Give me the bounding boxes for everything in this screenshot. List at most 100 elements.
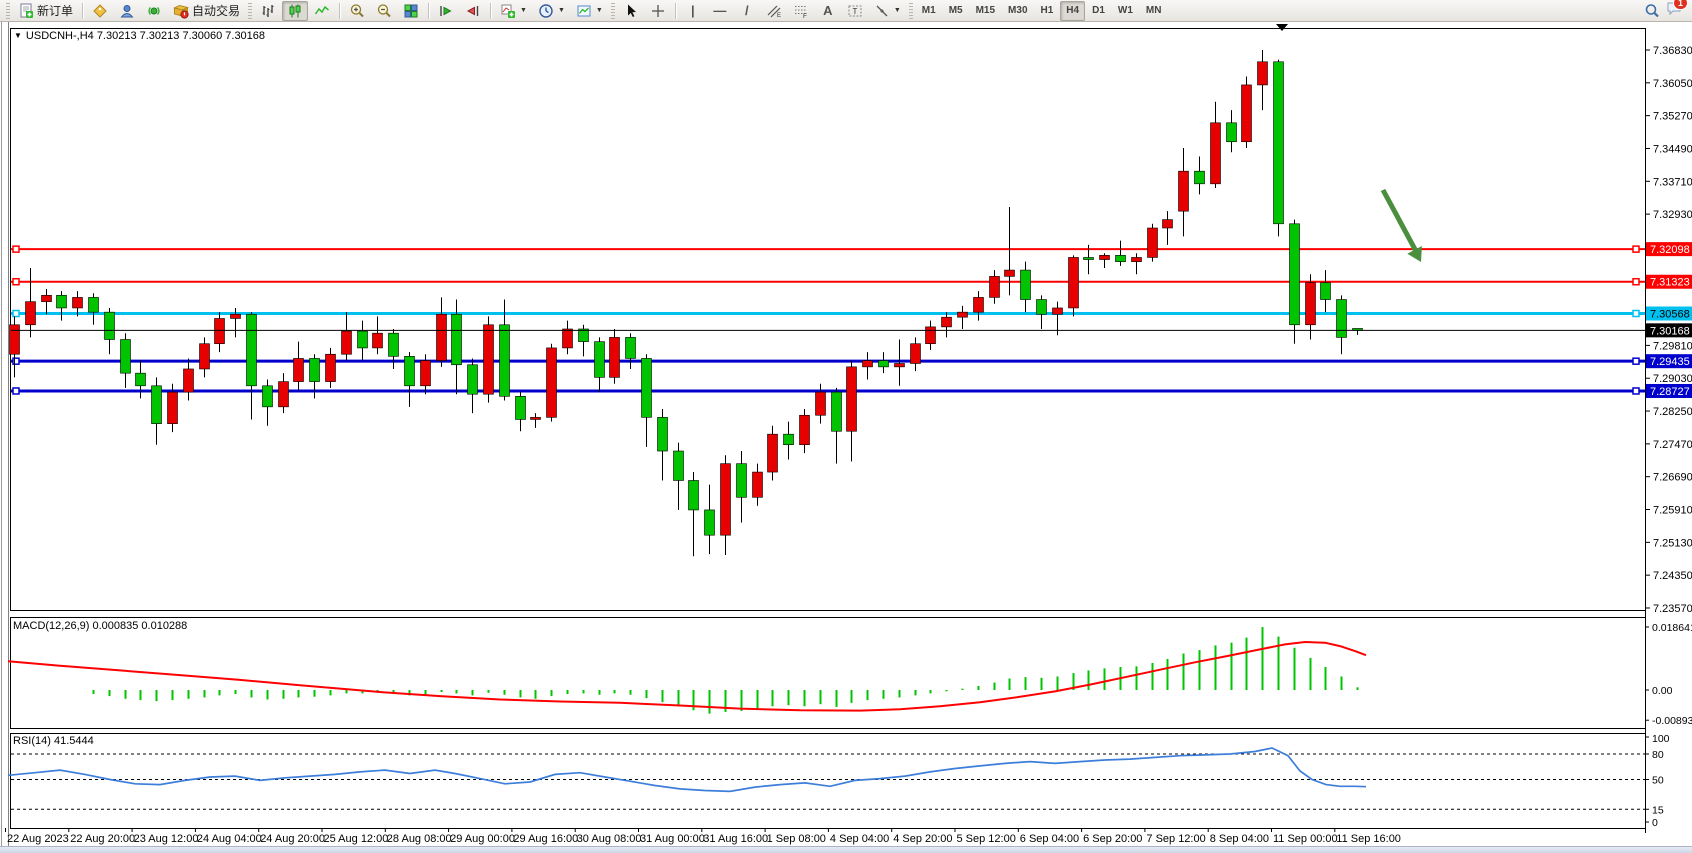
chat-badge: 1 (1673, 0, 1688, 10)
line-chart-button[interactable] (309, 1, 335, 21)
window-bottom-edge (0, 846, 1692, 853)
chart-shift-icon (465, 3, 481, 19)
svg-text:7 Sep 12:00: 7 Sep 12:00 (1146, 833, 1205, 845)
timeframe-h4[interactable]: H4 (1060, 1, 1085, 21)
svg-text:7.34490: 7.34490 (1653, 143, 1692, 155)
toolbar-grip (6, 3, 10, 19)
notifications-chat[interactable]: 1 (1666, 0, 1682, 21)
svg-text:22 Aug 2023: 22 Aug 2023 (7, 833, 69, 845)
zoom-out-icon (376, 3, 392, 19)
tile-windows-button[interactable] (398, 1, 424, 21)
auto-trading-icon (173, 3, 189, 19)
dropdown-caret: ▼ (894, 7, 901, 14)
separator (490, 3, 491, 19)
svg-text:4 Sep 20:00: 4 Sep 20:00 (893, 833, 952, 845)
crosshair-button[interactable] (645, 1, 671, 21)
zoom-in-icon (349, 3, 365, 19)
line-chart-icon (314, 3, 330, 19)
horizontal-line-tool[interactable]: — (707, 1, 733, 21)
svg-text:0.018641: 0.018641 (1652, 622, 1692, 634)
svg-text:7.29030: 7.29030 (1653, 373, 1692, 385)
svg-text:28 Aug 08:00: 28 Aug 08:00 (387, 833, 452, 845)
new-order-button[interactable]: 新订单 (13, 1, 78, 21)
svg-text:7.27470: 7.27470 (1653, 439, 1692, 451)
zoom-in-button[interactable] (344, 1, 370, 21)
vertical-line-icon: | (685, 3, 701, 18)
timeframe-m15[interactable]: M15 (970, 1, 1001, 21)
toolbar-grip (611, 3, 615, 19)
svg-text:24 Aug 04:00: 24 Aug 04:00 (197, 833, 262, 845)
timeframe-d1[interactable]: D1 (1086, 1, 1111, 21)
templates-button[interactable]: ▼ (571, 1, 608, 21)
svg-text:4 Sep 04:00: 4 Sep 04:00 (830, 833, 889, 845)
svg-text:11 Sep 16:00: 11 Sep 16:00 (1336, 833, 1401, 845)
chart-window[interactable]: 7.368307.360507.352707.344907.337107.329… (0, 22, 1692, 853)
timeframe-h1[interactable]: H1 (1035, 1, 1060, 21)
cursor-icon (623, 3, 639, 19)
svg-text:80: 80 (1652, 749, 1664, 761)
svg-text:7.26690: 7.26690 (1653, 472, 1692, 484)
svg-text:7.23570: 7.23570 (1653, 603, 1692, 615)
svg-text:7.33710: 7.33710 (1653, 176, 1692, 188)
text-label-tool[interactable]: T (842, 1, 868, 21)
arrows-tool[interactable]: ▼ (869, 1, 906, 21)
cursor-button[interactable] (618, 1, 644, 21)
svg-text:1 Sep 08:00: 1 Sep 08:00 (767, 833, 826, 845)
svg-text:7.36050: 7.36050 (1653, 78, 1692, 90)
periods-button[interactable]: ▼ (533, 1, 570, 21)
svg-text:29 Aug 00:00: 29 Aug 00:00 (450, 833, 515, 845)
vertical-line-tool[interactable]: | (680, 1, 706, 21)
pane-frames (11, 29, 1646, 829)
data-window-button[interactable] (114, 1, 140, 21)
svg-text:0: 0 (1652, 817, 1658, 829)
chart-title: ▼ USDCNH-,H4 7.30213 7.30213 7.30060 7.30… (14, 30, 265, 42)
svg-text:100: 100 (1652, 733, 1670, 745)
svg-text:24 Aug 20:00: 24 Aug 20:00 (260, 833, 325, 845)
svg-text:11 Sep 00:00: 11 Sep 00:00 (1273, 833, 1338, 845)
timeframe-m5[interactable]: M5 (943, 1, 969, 21)
svg-text:7.25130: 7.25130 (1653, 537, 1692, 549)
dropdown-caret: ▼ (520, 7, 527, 14)
svg-text:22 Aug 20:00: 22 Aug 20:00 (70, 833, 135, 845)
arrows-icon (874, 3, 890, 19)
candlestick-chart-button[interactable] (282, 1, 308, 21)
svg-text:31 Aug 00:00: 31 Aug 00:00 (640, 833, 705, 845)
text-label-icon: T (847, 3, 863, 19)
bar-chart-button[interactable] (255, 1, 281, 21)
fibonacci-tool[interactable]: F (788, 1, 814, 21)
chart-shift-button[interactable] (460, 1, 486, 21)
separator (428, 3, 429, 19)
dropdown-caret: ▼ (596, 7, 603, 14)
svg-text:8 Sep 04:00: 8 Sep 04:00 (1210, 833, 1269, 845)
search-icon[interactable] (1644, 3, 1660, 19)
zoom-out-button[interactable] (371, 1, 397, 21)
navigator-button[interactable] (141, 1, 167, 21)
trendline-tool[interactable]: / (734, 1, 760, 21)
collapse-triangle-icon[interactable]: ▼ (14, 31, 22, 40)
time-axis: 22 Aug 202322 Aug 20:0023 Aug 12:0024 Au… (6, 828, 1401, 845)
timeframe-m30[interactable]: M30 (1002, 1, 1033, 21)
svg-text:6 Sep 04:00: 6 Sep 04:00 (1020, 833, 1079, 845)
tile-windows-icon (403, 3, 419, 19)
svg-text:7.29810: 7.29810 (1653, 340, 1692, 352)
svg-text:7.31323: 7.31323 (1650, 277, 1690, 289)
svg-text:7.30168: 7.30168 (1650, 325, 1690, 337)
channel-tool[interactable]: E (761, 1, 787, 21)
svg-text:50: 50 (1652, 775, 1664, 787)
chart-title-text: USDCNH-,H4 7.30213 7.30213 7.30060 7.301… (26, 30, 265, 42)
auto-trading-button[interactable]: 自动交易 (168, 1, 245, 21)
indicators-icon (500, 3, 516, 19)
svg-text:31 Aug 16:00: 31 Aug 16:00 (703, 833, 768, 845)
svg-text:0.00: 0.00 (1652, 685, 1673, 697)
signal-icon (146, 3, 162, 19)
timeframe-w1[interactable]: W1 (1112, 1, 1139, 21)
timeframe-mn[interactable]: MN (1140, 1, 1168, 21)
text-tool[interactable]: A (815, 1, 841, 21)
timeframe-m1[interactable]: M1 (916, 1, 942, 21)
profile-icon (119, 3, 135, 19)
indicators-button[interactable]: ▼ (495, 1, 532, 21)
market-watch-button[interactable] (87, 1, 113, 21)
bar-chart-icon (260, 3, 276, 19)
auto-scroll-button[interactable] (433, 1, 459, 21)
chart-canvas[interactable]: 7.368307.360507.352707.344907.337107.329… (0, 22, 1692, 853)
